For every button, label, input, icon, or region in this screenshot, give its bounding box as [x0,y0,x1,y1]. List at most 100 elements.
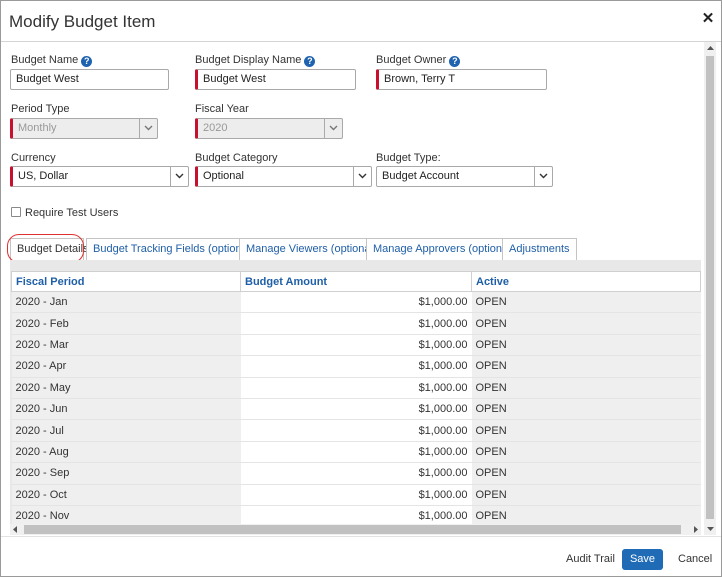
fiscal-period-cell[interactable]: 2020 - Oct [11,484,241,506]
active-cell[interactable]: OPEN [471,462,701,485]
dialog-title: Modify Budget Item [9,12,156,31]
save-button[interactable]: Save [622,549,663,570]
tab-manage-approvers[interactable]: Manage Approvers (optional) [366,238,522,260]
budget-details-grid: Fiscal Period Budget Amount Active 2020 … [10,260,701,525]
scroll-left-icon[interactable] [13,526,18,533]
active-cell[interactable]: OPEN [471,334,701,357]
active-cell[interactable]: OPEN [471,398,701,421]
budget-type-select[interactable]: Budget Account [376,166,553,187]
fiscal-period-cell[interactable]: 2020 - Mar [11,334,241,357]
table-row[interactable]: 2020 - Oct $1,000.00 OPEN [11,484,701,506]
budget-amount-cell[interactable]: $1,000.00 [240,377,472,399]
active-cell[interactable]: OPEN [471,291,701,314]
table-row[interactable]: 2020 - Apr $1,000.00 OPEN [11,355,701,378]
active-cell[interactable]: OPEN [471,355,701,378]
period-type-value: Monthly [18,122,57,134]
help-icon[interactable]: ? [81,56,93,67]
active-cell[interactable]: OPEN [471,441,701,464]
header-divider [1,41,721,42]
budget-display-name-input[interactable]: Budget West [195,69,356,90]
table-row[interactable]: 2020 - Sep $1,000.00 OPEN [11,462,701,485]
budget-amount-cell[interactable]: $1,000.00 [240,355,472,378]
cancel-button[interactable]: Cancel [678,553,712,565]
chevron-down-icon [139,119,157,138]
period-type-label: Period Type [11,103,70,115]
budget-name-label: Budget Name? [11,54,93,67]
budget-amount-cell[interactable]: $1,000.00 [240,462,472,485]
scroll-right-icon[interactable] [693,526,698,533]
fiscal-period-cell[interactable]: 2020 - Jun [11,398,241,421]
budget-name-input[interactable]: Budget West [10,69,169,90]
column-header-budget-amount[interactable]: Budget Amount [240,271,472,292]
table-row[interactable]: 2020 - Jul $1,000.00 OPEN [11,419,701,442]
budget-owner-label: Budget Owner? [376,54,461,67]
fiscal-year-value: 2020 [203,122,228,134]
vertical-scroll-thumb[interactable] [706,56,714,519]
budget-amount-cell[interactable]: $1,000.00 [240,441,472,464]
chevron-down-icon[interactable] [534,167,552,186]
active-cell[interactable]: OPEN [471,484,701,506]
column-header-fiscal-period[interactable]: Fiscal Period [11,271,241,292]
require-test-users-checkbox[interactable] [11,207,21,217]
fiscal-period-cell[interactable]: 2020 - May [11,377,241,399]
fiscal-period-cell[interactable]: 2020 - Aug [11,441,241,464]
table-row[interactable]: 2020 - Jan $1,000.00 OPEN [11,291,701,314]
budget-type-label: Budget Type: [376,152,441,164]
tab-budget-tracking-fields[interactable]: Budget Tracking Fields (optional) [86,238,261,260]
help-icon[interactable]: ? [449,56,461,67]
budget-type-value: Budget Account [382,170,460,182]
budget-amount-cell[interactable]: $1,000.00 [240,419,472,442]
footer-divider [1,536,721,537]
table-row[interactable]: 2020 - Aug $1,000.00 OPEN [11,441,701,464]
fiscal-year-select: 2020 [195,118,343,139]
audit-trail-button[interactable]: Audit Trail [566,553,615,565]
fiscal-period-cell[interactable]: 2020 - Feb [11,312,241,335]
active-tab-highlight [7,234,84,263]
active-cell[interactable]: OPEN [471,377,701,399]
budget-category-value: Optional [203,170,244,182]
tab-manage-viewers[interactable]: Manage Viewers (optional) [239,238,384,260]
require-test-users-label: Require Test Users [25,207,119,219]
budget-display-name-label: Budget Display Name? [195,54,316,67]
column-header-active[interactable]: Active [471,271,701,292]
table-row[interactable]: 2020 - May $1,000.00 OPEN [11,377,701,399]
budget-category-select[interactable]: Optional [195,166,372,187]
active-cell[interactable]: OPEN [471,419,701,442]
budget-amount-cell[interactable]: $1,000.00 [240,291,472,314]
table-header-row: Fiscal Period Budget Amount Active [11,271,701,292]
table-row[interactable]: 2020 - Nov $1,000.00 OPEN [11,505,701,525]
horizontal-scrollbar[interactable] [10,524,701,535]
fiscal-period-cell[interactable]: 2020 - Jan [11,291,241,314]
horizontal-scroll-thumb[interactable] [24,525,681,534]
fiscal-period-cell[interactable]: 2020 - Apr [11,355,241,378]
fiscal-period-cell[interactable]: 2020 - Jul [11,419,241,442]
budget-category-label: Budget Category [195,152,278,164]
vertical-scrollbar[interactable] [704,42,716,535]
modify-budget-item-dialog: Modify Budget Item ✕ Budget Name? Budget… [0,0,722,577]
budget-amount-cell[interactable]: $1,000.00 [240,334,472,357]
help-icon[interactable]: ? [304,56,316,67]
scroll-down-icon[interactable] [707,526,714,531]
scroll-up-icon[interactable] [707,46,714,51]
chevron-down-icon[interactable] [353,167,371,186]
table-row[interactable]: 2020 - Mar $1,000.00 OPEN [11,334,701,357]
budget-amount-cell[interactable]: $1,000.00 [240,505,472,525]
active-cell[interactable]: OPEN [471,312,701,335]
currency-label: Currency [11,152,56,164]
chevron-down-icon[interactable] [170,167,188,186]
currency-select[interactable]: US, Dollar [10,166,189,187]
table-row[interactable]: 2020 - Jun $1,000.00 OPEN [11,398,701,421]
budget-owner-input[interactable]: Brown, Terry T [376,69,547,90]
table-row[interactable]: 2020 - Feb $1,000.00 OPEN [11,312,701,335]
chevron-down-icon [324,119,342,138]
budget-amount-cell[interactable]: $1,000.00 [240,484,472,506]
fiscal-period-cell[interactable]: 2020 - Nov [11,505,241,525]
tab-adjustments[interactable]: Adjustments [502,238,577,260]
active-cell[interactable]: OPEN [471,505,701,525]
budget-amount-cell[interactable]: $1,000.00 [240,312,472,335]
fiscal-year-label: Fiscal Year [195,103,249,115]
budget-amount-cell[interactable]: $1,000.00 [240,398,472,421]
budget-table: Fiscal Period Budget Amount Active 2020 … [11,271,701,525]
fiscal-period-cell[interactable]: 2020 - Sep [11,462,241,485]
close-icon[interactable]: ✕ [701,11,715,27]
